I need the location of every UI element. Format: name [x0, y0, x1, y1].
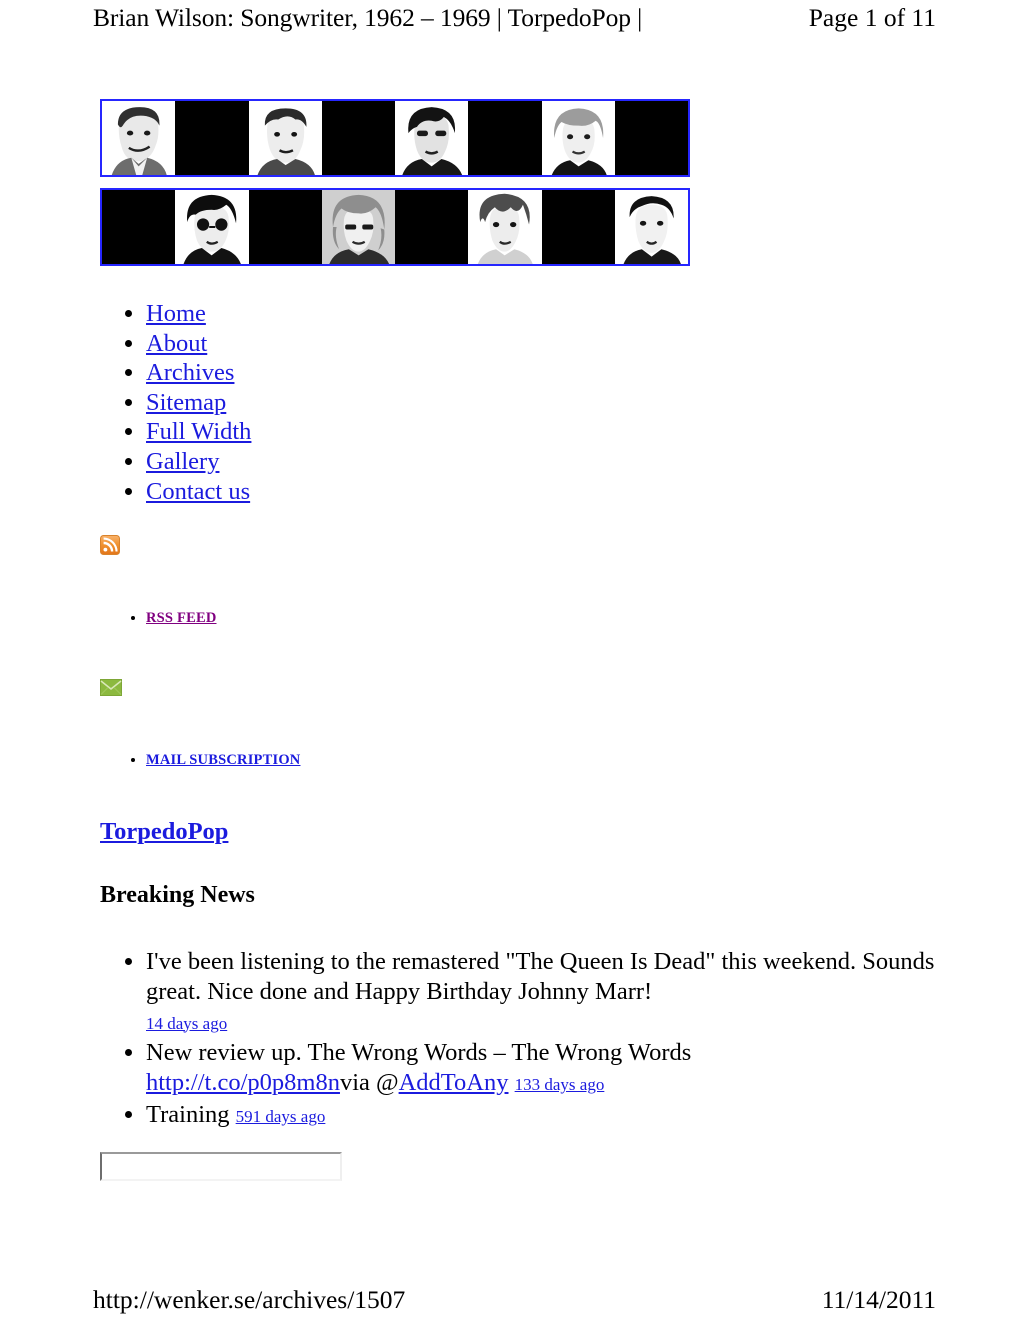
banner-image-strips: [100, 99, 690, 266]
nav-item: About: [146, 329, 251, 359]
news-item-url-link[interactable]: http://t.co/p0p8m8n: [146, 1069, 340, 1096]
main-navigation: Home About Archives Sitemap Full Width G…: [104, 299, 251, 506]
banner-blank-cell: [175, 101, 249, 175]
print-footer-date: 11/14/2011: [821, 1285, 936, 1314]
banner-blank-cell: [541, 190, 615, 264]
page-title: TorpedoPop: [100, 817, 228, 847]
sidebar-item-gallery[interactable]: Gallery: [146, 448, 219, 475]
nav-item: Full Width: [146, 417, 251, 447]
banner-blank-cell: [468, 101, 542, 175]
site-title-link[interactable]: TorpedoPop: [100, 818, 228, 845]
list-item: RSS FEED: [146, 608, 217, 628]
news-item-timestamp[interactable]: 591 days ago: [236, 1107, 326, 1126]
banner-portrait-3: [395, 101, 469, 175]
print-header-title: Brian Wilson: Songwriter, 1962 – 1969 | …: [93, 3, 643, 32]
banner-blank-cell: [614, 101, 688, 175]
banner-portrait-8: [614, 190, 688, 264]
banner-blank-cell: [248, 190, 322, 264]
nav-item: Contact us: [146, 477, 251, 507]
mail-subscription-list: MAIL SUBSCRIPTION: [104, 750, 300, 770]
news-item-text: I've been listening to the remastered "T…: [146, 948, 935, 1005]
banner-strip-top: [100, 99, 690, 177]
banner-portrait-7: [468, 190, 542, 264]
rss-feed-link[interactable]: RSS FEED: [146, 610, 217, 626]
sidebar-item-about[interactable]: About: [146, 330, 207, 357]
nav-item: Sitemap: [146, 388, 251, 418]
banner-blank-cell: [321, 101, 395, 175]
print-header: Brian Wilson: Songwriter, 1962 – 1969 | …: [0, 2, 1020, 38]
banner-portrait-5: [175, 190, 249, 264]
nav-item: Gallery: [146, 447, 251, 477]
banner-portrait-4: [541, 101, 615, 175]
banner-strip-bottom: [100, 188, 690, 266]
sidebar-item-sitemap[interactable]: Sitemap: [146, 389, 226, 416]
banner-blank-cell: [102, 190, 176, 264]
rss-icon[interactable]: [100, 535, 120, 555]
news-item-handle-link[interactable]: AddToAny: [399, 1069, 509, 1096]
news-item-text: Training: [146, 1100, 230, 1128]
print-footer: http://wenker.se/archives/1507 11/14/201…: [0, 1284, 1020, 1320]
print-header-page-number: Page 1 of 11: [808, 3, 936, 32]
print-footer-url: http://wenker.se/archives/1507: [93, 1285, 406, 1314]
banner-portrait-1: [102, 101, 176, 175]
breaking-news-list: I've been listening to the remastered "T…: [104, 947, 946, 1132]
news-item-text: New review up. The Wrong Words – The Wro…: [146, 1039, 692, 1067]
news-item-timestamp[interactable]: 133 days ago: [515, 1075, 605, 1094]
search-input[interactable]: [100, 1152, 342, 1181]
section-heading-breaking-news: Breaking News: [100, 882, 255, 908]
list-item: Training 591 days ago: [146, 1100, 946, 1132]
nav-item: Home: [146, 299, 251, 329]
sidebar-item-home[interactable]: Home: [146, 300, 206, 327]
list-item: New review up. The Wrong Words – The Wro…: [146, 1038, 946, 1100]
banner-blank-cell: [395, 190, 469, 264]
list-item: MAIL SUBSCRIPTION: [146, 750, 300, 770]
banner-portrait-2: [248, 101, 322, 175]
rss-feed-list: RSS FEED: [104, 608, 217, 628]
sidebar-item-contact-us[interactable]: Contact us: [146, 478, 250, 505]
envelope-icon[interactable]: [100, 679, 122, 696]
sidebar-item-archives[interactable]: Archives: [146, 359, 234, 386]
news-item-via-text: via @: [339, 1069, 399, 1097]
nav-item: Archives: [146, 358, 251, 388]
news-item-timestamp[interactable]: 14 days ago: [146, 1014, 227, 1033]
list-item: I've been listening to the remastered "T…: [146, 947, 946, 1038]
sidebar-item-full-width[interactable]: Full Width: [146, 418, 251, 445]
mail-subscription-link[interactable]: MAIL SUBSCRIPTION: [146, 752, 300, 768]
banner-portrait-6: [321, 190, 395, 264]
